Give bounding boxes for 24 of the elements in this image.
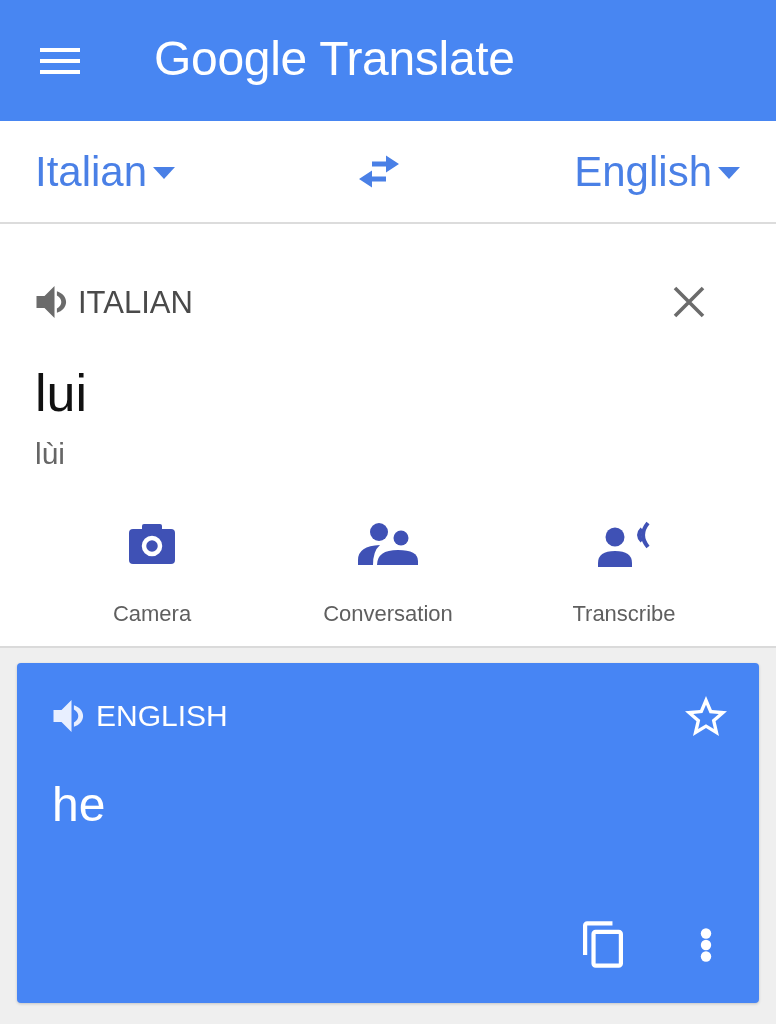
menu-icon[interactable]: [40, 47, 80, 74]
target-language-selector[interactable]: English: [574, 150, 740, 193]
more-options-icon[interactable]: [700, 927, 712, 962]
caret-icon: [153, 166, 176, 179]
transliteration-text: lùi: [35, 436, 65, 472]
people-icon: [358, 523, 418, 565]
close-icon[interactable]: [673, 286, 705, 318]
conversation-button[interactable]: Conversation: [323, 521, 453, 627]
source-language-label: ITALIAN: [78, 286, 193, 318]
speaker-icon[interactable]: [35, 286, 68, 318]
caret-icon: [718, 166, 740, 179]
copy-icon[interactable]: [583, 921, 623, 968]
translation-text: he: [52, 777, 106, 833]
camera-button[interactable]: Camera: [112, 521, 192, 627]
star-icon[interactable]: [685, 696, 727, 736]
app-title: Google Translate: [154, 31, 515, 86]
person-speaking-icon: [598, 521, 650, 567]
swap-languages-icon[interactable]: [358, 155, 399, 188]
speaker-icon[interactable]: [52, 700, 85, 732]
transcribe-button[interactable]: Transcribe: [572, 521, 676, 627]
target-language-label: ENGLISH: [96, 701, 228, 731]
source-language-selector[interactable]: Italian: [35, 150, 176, 193]
source-text[interactable]: lui: [35, 363, 88, 423]
camera-icon: [129, 524, 175, 564]
